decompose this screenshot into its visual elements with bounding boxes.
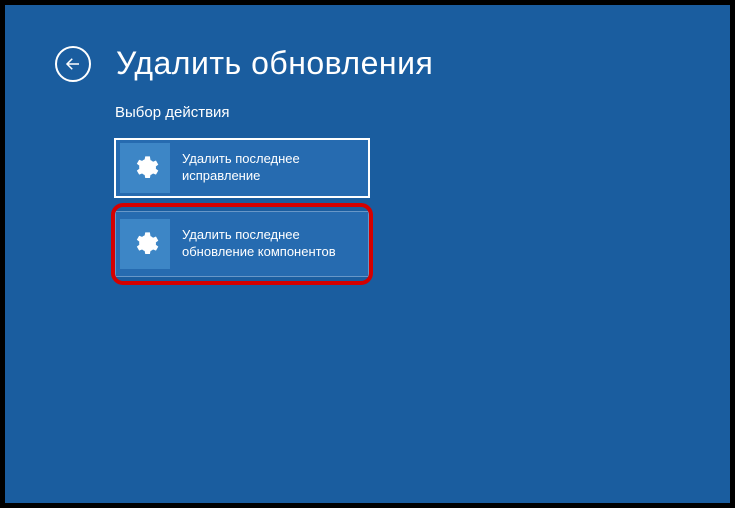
page-title: Удалить обновления — [116, 45, 433, 82]
gear-icon — [131, 154, 159, 182]
option-tile-wrap: Удалить последнее обновление компонентов — [115, 207, 369, 281]
uninstall-quality-update-tile[interactable]: Удалить последнее исправление — [115, 139, 369, 197]
content: Выбор действия Удалить последнее исправл… — [115, 104, 680, 281]
subtitle: Выбор действия — [115, 104, 680, 121]
uninstall-feature-update-tile[interactable]: Удалить последнее обновление компонентов — [115, 211, 369, 277]
gear-icon — [131, 230, 159, 258]
tile-label: Удалить последнее обновление компонентов — [170, 227, 364, 261]
option-tile-wrap: Удалить последнее исправление — [115, 139, 369, 197]
tile-icon-box — [120, 219, 170, 269]
tile-label: Удалить последнее исправление — [170, 151, 364, 185]
recovery-screen: Удалить обновления Выбор действия Удалит… — [5, 5, 730, 503]
arrow-left-icon — [64, 55, 82, 73]
options-list: Удалить последнее исправление Удалить по… — [115, 139, 680, 281]
back-button[interactable] — [55, 46, 91, 82]
header: Удалить обновления — [55, 45, 680, 82]
tile-icon-box — [120, 143, 170, 193]
